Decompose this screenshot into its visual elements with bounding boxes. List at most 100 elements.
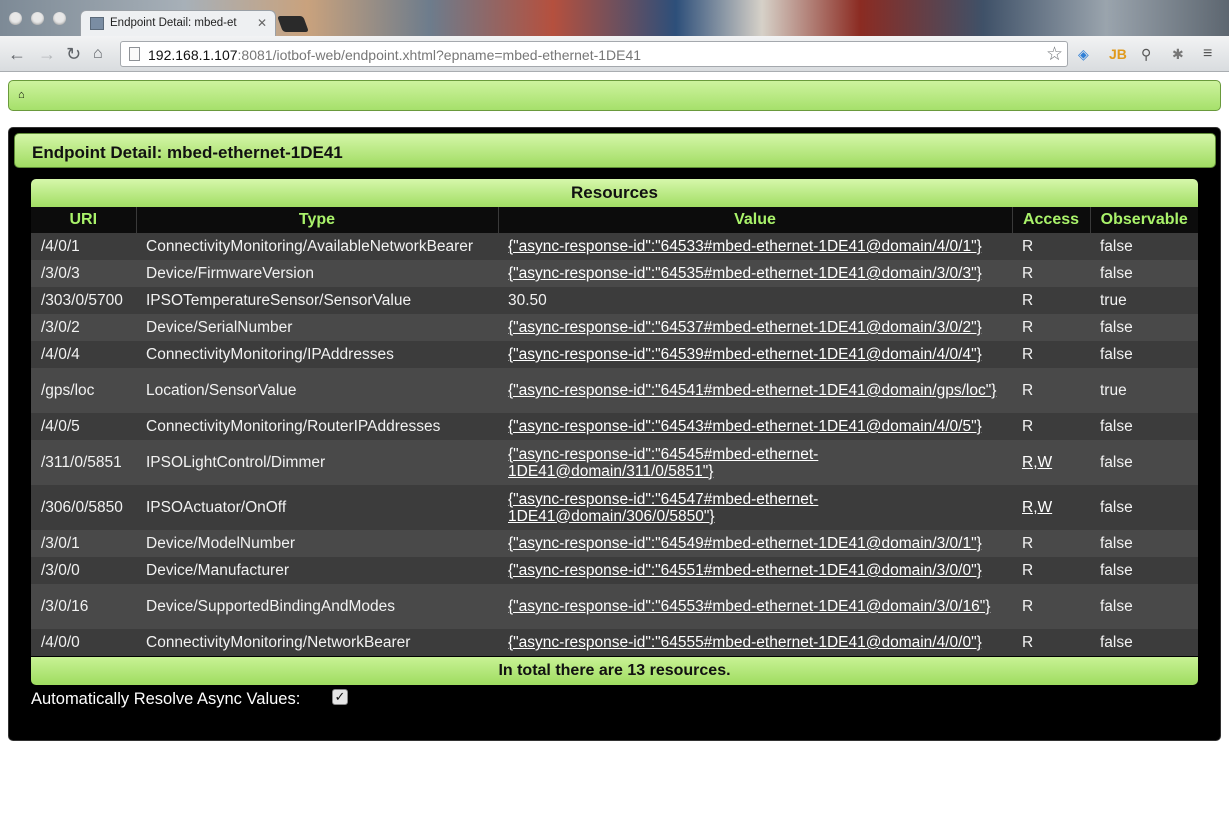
observable-cell: false <box>1090 629 1198 656</box>
table-row: /303/0/5700 IPSOTemperatureSensor/SensorV… <box>31 287 1198 314</box>
extension-icon[interactable]: ◈ <box>1078 45 1089 63</box>
close-window-button[interactable] <box>9 12 22 25</box>
tab-close-icon[interactable]: ✕ <box>257 16 267 30</box>
table-row: /4/0/0 ConnectivityMonitoring/NetworkBear… <box>31 629 1198 656</box>
async-value-link[interactable]: {"async-response-id":"64535#mbed-etherne… <box>508 265 982 282</box>
column-header-observable[interactable]: Observable <box>1090 207 1198 233</box>
home-button-icon[interactable]: ⌂ <box>93 44 103 64</box>
async-value-link[interactable]: {"async-response-id":"64555#mbed-etherne… <box>508 634 982 651</box>
uri-cell: /3/0/16 <box>31 584 136 629</box>
uri-cell: /4/0/0 <box>31 629 136 656</box>
async-value-link[interactable]: {"async-response-id":"64551#mbed-etherne… <box>508 562 982 579</box>
observable-cell: false <box>1090 260 1198 287</box>
async-value-link[interactable]: {"async-response-id":"64545#mbed-etherne… <box>508 446 818 480</box>
uri-cell: /3/0/3 <box>31 260 136 287</box>
page-icon <box>129 47 140 61</box>
column-header-value[interactable]: Value <box>498 207 1013 233</box>
observable-cell: false <box>1090 341 1198 368</box>
async-value-link[interactable]: {"async-response-id":"64549#mbed-etherne… <box>508 535 982 552</box>
bookmark-star-icon[interactable]: ☆ <box>1046 43 1063 66</box>
uri-cell: /311/0/5851 <box>31 440 136 485</box>
table-row: /3/0/3 Device/FirmwareVersion {"async-resp… <box>31 260 1198 287</box>
access-cell: R <box>1012 287 1090 314</box>
column-header-uri[interactable]: URI <box>31 207 137 233</box>
uri-cell: /3/0/2 <box>31 314 136 341</box>
access-cell: R,W <box>1012 440 1090 485</box>
uri-cell: /4/0/5 <box>31 413 136 440</box>
access-cell: R,W <box>1012 485 1090 530</box>
value-cell: {"async-response-id":"64535#mbed-etherne… <box>498 260 1012 287</box>
table-row: /3/0/2 Device/SerialNumber {"async-respons… <box>31 314 1198 341</box>
value-cell: {"async-response-id":"64541#mbed-etherne… <box>498 368 1012 413</box>
type-cell: Device/ModelNumber <box>136 530 498 557</box>
observable-cell: false <box>1090 485 1198 530</box>
observable-cell: true <box>1090 368 1198 413</box>
column-header-access[interactable]: Access <box>1012 207 1091 233</box>
type-cell: ConnectivityMonitoring/NetworkBearer <box>136 629 498 656</box>
async-value-link[interactable]: {"async-response-id":"64533#mbed-etherne… <box>508 238 982 255</box>
value-cell: {"async-response-id":"64555#mbed-etherne… <box>498 629 1012 656</box>
browser-titlebar: Endpoint Detail: mbed-et ✕ <box>0 0 1229 37</box>
browser-toolbar: ← → ↻ ⌂ 192.168.1.107:8081/iotbof-web/en… <box>0 36 1229 72</box>
table-header-row: URI Type Value Access Observable <box>31 207 1198 233</box>
resources-footer: In total there are 13 resources. <box>31 657 1198 685</box>
type-cell: Device/Manufacturer <box>136 557 498 584</box>
resources-table: URI Type Value Access Observable /4/0/1 C… <box>31 207 1198 656</box>
type-cell: IPSOLightControl/Dimmer <box>136 440 498 485</box>
access-link[interactable]: R,W <box>1022 499 1052 516</box>
resources-caption: Resources <box>31 179 1198 207</box>
minimize-window-button[interactable] <box>31 12 44 25</box>
tools-extension-icon[interactable]: ⚲ <box>1141 45 1151 63</box>
async-value-link[interactable]: {"async-response-id":"64543#mbed-etherne… <box>508 418 982 435</box>
settings-extension-icon[interactable]: ✱ <box>1172 45 1184 63</box>
observable-cell: false <box>1090 557 1198 584</box>
back-arrow-icon[interactable]: ← <box>8 44 26 64</box>
type-cell: Device/SupportedBindingAndModes <box>136 584 498 629</box>
type-cell: Device/FirmwareVersion <box>136 260 498 287</box>
uri-cell: /4/0/4 <box>31 341 136 368</box>
uri-cell: /306/0/5850 <box>31 485 136 530</box>
value-cell: 30.50 <box>498 287 1012 314</box>
type-cell: IPSOActuator/OnOff <box>136 485 498 530</box>
panel-header: Endpoint Detail: mbed-ethernet-1DE41 <box>14 133 1216 168</box>
auto-resolve-checkbox[interactable]: ✓ <box>332 689 348 705</box>
home-icon[interactable]: ⌂ <box>18 89 25 101</box>
async-value-link[interactable]: {"async-response-id":"64539#mbed-etherne… <box>508 346 982 363</box>
menu-icon[interactable]: ≡ <box>1203 45 1212 63</box>
type-cell: Device/SerialNumber <box>136 314 498 341</box>
access-cell: R <box>1012 314 1090 341</box>
access-link[interactable]: R,W <box>1022 454 1052 471</box>
new-tab-button[interactable] <box>277 16 309 32</box>
resource-count: In total there are 13 resources. <box>498 662 731 679</box>
browser-tab[interactable]: Endpoint Detail: mbed-et ✕ <box>80 10 276 37</box>
table-row: /4/0/1 ConnectivityMonitoring/AvailableNe… <box>31 233 1198 260</box>
table-row: /4/0/4 ConnectivityMonitoring/IPAddresses… <box>31 341 1198 368</box>
zoom-window-button[interactable] <box>53 12 66 25</box>
resources-title: Resources <box>571 183 658 202</box>
async-value-link[interactable]: {"async-response-id":"64537#mbed-etherne… <box>508 319 982 336</box>
async-value-link[interactable]: {"async-response-id":"64541#mbed-etherne… <box>508 382 996 399</box>
value-cell: {"async-response-id":"64547#mbed-etherne… <box>498 485 1012 530</box>
uri-cell: /gps/loc <box>31 368 136 413</box>
async-value-link[interactable]: {"async-response-id":"64553#mbed-etherne… <box>508 598 990 615</box>
access-cell: R <box>1012 413 1090 440</box>
column-header-type[interactable]: Type <box>136 207 499 233</box>
async-value-link[interactable]: {"async-response-id":"64547#mbed-etherne… <box>508 491 818 525</box>
forward-arrow-icon[interactable]: → <box>38 44 56 64</box>
address-bar[interactable]: 192.168.1.107:8081/iotbof-web/endpoint.x… <box>120 41 1068 67</box>
table-row: /4/0/5 ConnectivityMonitoring/RouterIPAdd… <box>31 413 1198 440</box>
reload-icon[interactable]: ↻ <box>66 44 81 64</box>
table-row: /3/0/1 Device/ModelNumber {"async-response… <box>31 530 1198 557</box>
observable-cell: false <box>1090 440 1198 485</box>
value-cell: {"async-response-id":"64551#mbed-etherne… <box>498 557 1012 584</box>
jetbrains-extension-icon[interactable]: JB <box>1109 45 1127 63</box>
uri-cell: /3/0/0 <box>31 557 136 584</box>
value-cell: {"async-response-id":"64553#mbed-etherne… <box>498 584 1012 629</box>
table-row: /306/0/5850 IPSOActuator/OnOff {"async-res… <box>31 485 1198 530</box>
auto-resolve-label: Automatically Resolve Async Values: <box>31 690 301 708</box>
type-cell: ConnectivityMonitoring/RouterIPAddresses <box>136 413 498 440</box>
table-row: /3/0/16 Device/SupportedBindingAndModes {"… <box>31 584 1198 629</box>
access-cell: R <box>1012 557 1090 584</box>
access-cell: R <box>1012 584 1090 629</box>
url-text: 192.168.1.107:8081/iotbof-web/endpoint.x… <box>148 47 642 63</box>
